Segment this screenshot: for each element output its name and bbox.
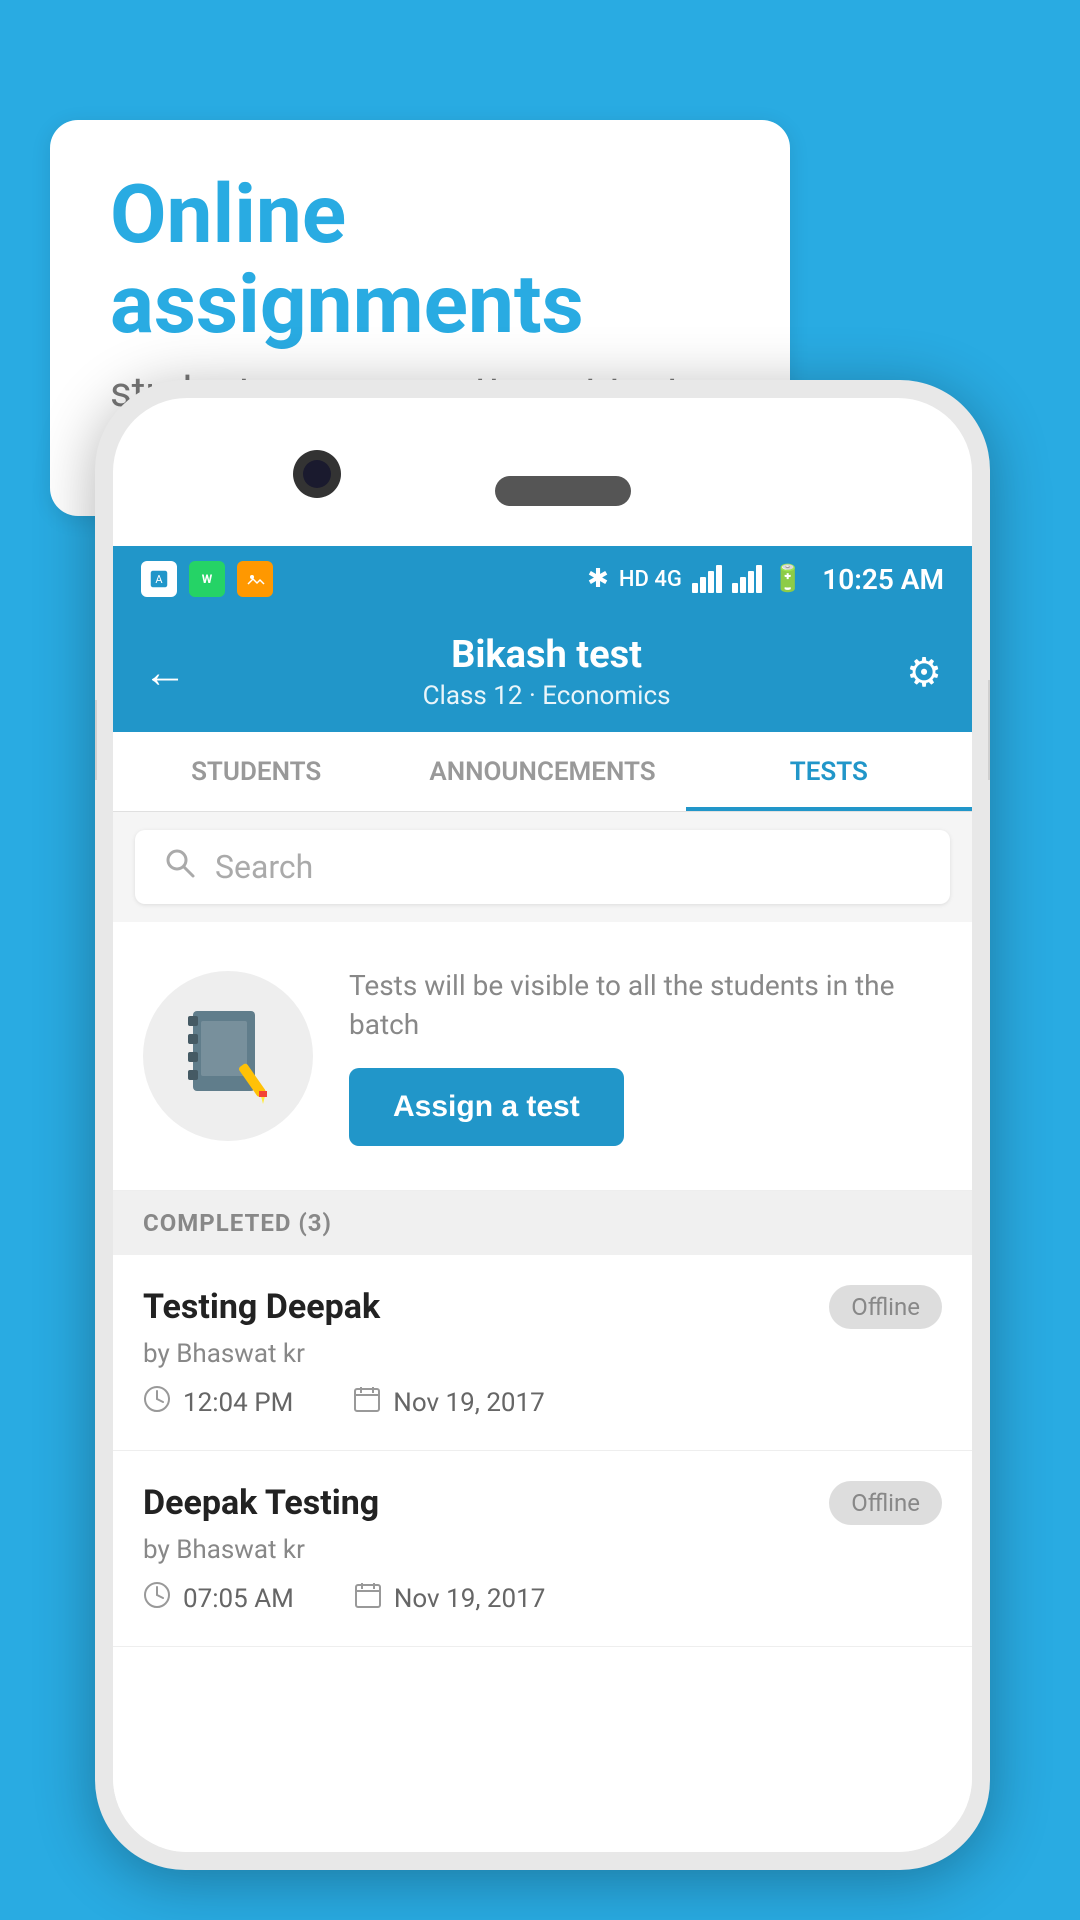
search-icon [163,846,197,889]
search-placeholder: Search [215,848,313,886]
assign-description: Tests will be visible to all the student… [349,966,942,1044]
app-icon-1: A [141,561,177,597]
test-time: 12:04 PM [143,1385,293,1420]
assign-right: Tests will be visible to all the student… [349,966,942,1146]
network-label: HD 4G [619,567,682,592]
app-title: Bikash test [423,633,671,677]
test-meta-2: 07:05 AM Nov 19, 2017 [143,1581,942,1616]
signal-bars-2 [732,565,762,593]
test-date-2: Nov 19, 2017 [354,1581,545,1616]
svg-text:A: A [155,573,163,586]
calendar-icon-2 [354,1581,382,1616]
battery-icon: 🔋 [772,564,804,594]
clock-icon [143,1385,171,1420]
test-badge-2: Offline [829,1481,942,1525]
test-item: Testing Deepak Offline by Bhaswat kr [113,1255,972,1451]
test-badge: Offline [829,1285,942,1329]
power-button [988,680,990,780]
test-item: Deepak Testing Offline by Bhaswat kr [113,1451,972,1647]
app-bar-title-block: Bikash test Class 12 · Economics [423,633,671,711]
clock-icon-2 [143,1581,171,1616]
tab-bar: STUDENTS ANNOUNCEMENTS TESTS [113,732,972,812]
status-icons-right: ✱ HD 4G 🔋 [587,563,944,596]
status-icons-left: A W [141,561,273,597]
svg-text:W: W [202,572,213,586]
calendar-icon [353,1385,381,1420]
test-name-2: Deepak Testing [143,1483,379,1523]
notebook-icon [183,1006,273,1106]
assign-section: Tests will be visible to all the student… [113,922,972,1191]
completed-header: COMPLETED (3) [113,1191,972,1255]
test-by-2: by Bhaswat kr [143,1535,942,1565]
settings-button[interactable]: ⚙ [906,649,942,696]
bubble-title: Online assignments [110,170,730,350]
test-date: Nov 19, 2017 [353,1385,544,1420]
phone-frame: A W [95,380,990,1870]
test-item-header: Testing Deepak Offline [143,1285,942,1329]
assign-test-button[interactable]: Assign a test [349,1068,624,1146]
whatsapp-icon: W [189,561,225,597]
test-by: by Bhaswat kr [143,1339,942,1369]
status-bar: A W [113,546,972,612]
camera [293,450,341,498]
tab-announcements[interactable]: ANNOUNCEMENTS [399,732,685,811]
phone-inner: A W [113,398,972,1852]
test-item-header-2: Deepak Testing Offline [143,1481,942,1525]
volume-button [95,700,97,780]
test-meta: 12:04 PM Nov 19, 2017 [143,1385,942,1420]
app-bar: ← Bikash test Class 12 · Economics ⚙ [113,612,972,732]
assign-icon-circle [143,971,313,1141]
tab-tests[interactable]: TESTS [686,732,972,811]
status-time: 10:25 AM [822,563,944,596]
search-bar-wrapper: Search [113,812,972,922]
earpiece [495,476,631,506]
test-time-2: 07:05 AM [143,1581,294,1616]
back-button[interactable]: ← [143,646,187,698]
signal-bars [692,565,722,593]
app-subtitle: Class 12 · Economics [423,681,671,711]
gallery-icon [237,561,273,597]
screen: A W [113,546,972,1852]
bluetooth-icon: ✱ [587,564,609,594]
tab-students[interactable]: STUDENTS [113,732,399,811]
search-bar[interactable]: Search [135,830,950,904]
test-name: Testing Deepak [143,1287,380,1327]
